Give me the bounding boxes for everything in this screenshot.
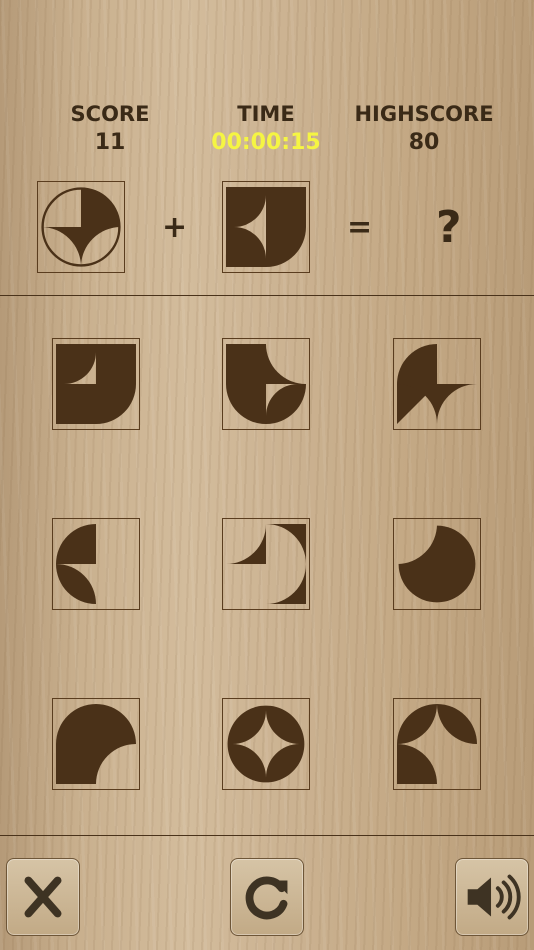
answer-tile-3[interactable] xyxy=(393,338,481,430)
answer-5-shape xyxy=(226,524,306,604)
answer-tile-4[interactable] xyxy=(52,518,140,610)
answer-tile-8[interactable] xyxy=(222,698,310,790)
answer-tile-7[interactable] xyxy=(52,698,140,790)
close-button[interactable] xyxy=(6,858,80,936)
tile-a-shape xyxy=(41,187,121,267)
time-label: TIME xyxy=(237,102,295,126)
answer-3-shape xyxy=(397,344,477,424)
tile-b-shape xyxy=(226,187,306,267)
equals-sign: = xyxy=(347,210,373,245)
bottom-divider xyxy=(0,835,534,836)
highscore-label: HIGHSCORE xyxy=(354,102,494,126)
answer-2-shape xyxy=(226,344,306,424)
sound-button[interactable] xyxy=(455,858,529,936)
equation-tile-a xyxy=(37,181,125,273)
answer-6-shape xyxy=(398,525,476,603)
answer-4-shape xyxy=(56,524,96,604)
answer-9-shape xyxy=(397,704,477,784)
top-divider xyxy=(0,295,534,296)
speaker-icon xyxy=(467,874,521,920)
answer-tile-9[interactable] xyxy=(393,698,481,790)
answer-tile-1[interactable] xyxy=(52,338,140,430)
answer-8-shape xyxy=(227,705,305,783)
answer-tile-6[interactable] xyxy=(393,518,481,610)
time-value: 00:00:15 xyxy=(211,130,321,155)
answer-tile-2[interactable] xyxy=(222,338,310,430)
answer-tile-5[interactable] xyxy=(222,518,310,610)
answer-1-shape xyxy=(56,344,136,424)
equation-tile-b xyxy=(222,181,310,273)
close-icon xyxy=(24,876,62,918)
answer-7-shape xyxy=(56,704,136,784)
highscore-value: 80 xyxy=(408,130,440,155)
restart-button[interactable] xyxy=(230,858,304,936)
plus-sign: + xyxy=(162,210,188,245)
score-value: 11 xyxy=(94,130,126,155)
score-label: SCORE xyxy=(70,102,150,126)
restart-icon xyxy=(245,876,288,920)
unknown-result: ? xyxy=(436,202,462,253)
